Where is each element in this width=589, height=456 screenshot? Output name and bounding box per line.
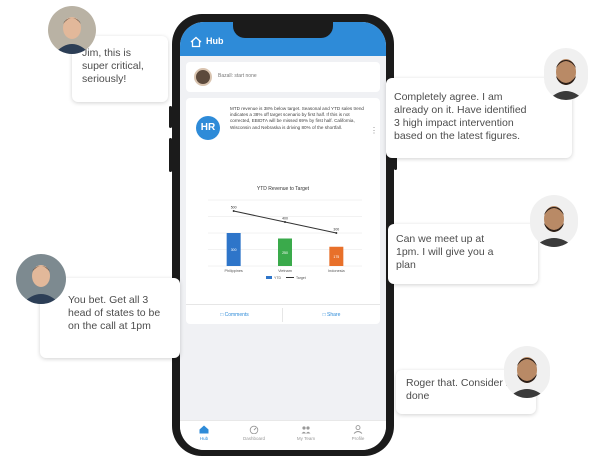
header-title: Hub	[206, 36, 224, 46]
side-button	[169, 138, 172, 172]
chat-bubble: Completely agree. I am already on it. Ha…	[386, 78, 572, 158]
target-value-label: 400	[282, 217, 288, 221]
person-icon	[534, 206, 574, 247]
card-actions: □ Comments □ Share	[186, 304, 380, 324]
chat-bubble: Can we meet up at 1pm. I will give you a…	[388, 224, 538, 284]
avatar	[194, 68, 212, 86]
home-icon[interactable]	[190, 36, 202, 48]
target-value-label: 500	[231, 206, 237, 210]
compose-post-bar[interactable]: Bazall: start none	[186, 62, 380, 92]
category-label: Philippines	[224, 269, 242, 273]
nav-item-hub[interactable]: Hub	[184, 425, 224, 441]
author-avatar: HR	[196, 116, 220, 140]
person-icon	[54, 17, 90, 54]
avatar	[544, 48, 588, 100]
bottom-nav: Hub Dashboard My Team Profile	[180, 420, 386, 450]
nav-label: Profile	[351, 436, 365, 441]
chat-message: Can we meet up at 1pm. I will give you a…	[396, 233, 494, 271]
share-button[interactable]: □ Share	[283, 305, 380, 325]
gauge-icon	[249, 425, 259, 434]
team-icon	[301, 426, 311, 434]
bar-value-label: 175	[333, 255, 339, 259]
chat-message: Roger that. Consider it done	[406, 377, 512, 402]
post-text: MTD revenue is 38% below target. Seasona…	[230, 106, 364, 130]
nav-label: My Team	[296, 436, 316, 441]
nav-item-my-team[interactable]: My Team	[286, 425, 326, 441]
nav-item-profile[interactable]: Profile	[338, 425, 378, 441]
legend-swatch-ytd	[266, 276, 272, 279]
comment-icon: □	[220, 312, 224, 318]
nav-label: Hub	[199, 436, 209, 441]
category-label: Indonesia	[328, 269, 345, 273]
nav-item-dashboard[interactable]: Dashboard	[234, 425, 274, 441]
avatar	[530, 195, 578, 247]
nav-label: Dashboard	[242, 436, 265, 441]
share-icon: □	[322, 312, 326, 318]
avatar	[48, 6, 96, 54]
kebab-icon[interactable]: ⋮	[370, 126, 378, 135]
person-icon	[22, 265, 60, 304]
target-point	[232, 210, 235, 212]
home-icon	[199, 425, 209, 434]
comments-button[interactable]: □ Comments	[186, 305, 283, 325]
bar-value-label: 300	[231, 248, 237, 252]
target-point	[335, 232, 338, 234]
legend-label-target: Target	[296, 276, 306, 280]
compose-placeholder[interactable]: Bazall: start none	[218, 73, 257, 79]
legend-label-ytd: YTD	[274, 276, 281, 280]
chart-title: YTD Revenue to Target	[256, 186, 310, 192]
target-point	[284, 221, 286, 223]
target-value-label: 300	[333, 228, 339, 232]
side-button	[169, 106, 172, 128]
phone-frame: Hub Bazall: start none HR MTD revenue is…	[169, 14, 397, 456]
chat-message: Completely agree. I am already on it. Ha…	[394, 91, 527, 142]
avatar	[504, 346, 550, 398]
user-icon	[353, 425, 363, 434]
bar-value-label: 250	[282, 251, 288, 255]
chat-message: Jim, this is super critical, seriously!	[82, 47, 144, 85]
phone-screen: Hub Bazall: start none HR MTD revenue is…	[180, 22, 386, 450]
avatar	[16, 254, 66, 304]
comments-label: Comments	[224, 312, 249, 318]
person-icon	[548, 59, 584, 100]
chat-message: You bet. Get all 3 head of states to be …	[68, 294, 161, 332]
phone-notch	[233, 22, 333, 38]
revenue-chart: 300 Philippines 250 Vietnam 175 Indonesia 500 4…	[208, 199, 362, 280]
feed-card: HR MTD revenue is 38% below target. Seas…	[186, 98, 380, 324]
category-label: Vietnam	[278, 269, 292, 273]
share-label: Share	[327, 312, 341, 318]
person-icon	[508, 357, 546, 398]
